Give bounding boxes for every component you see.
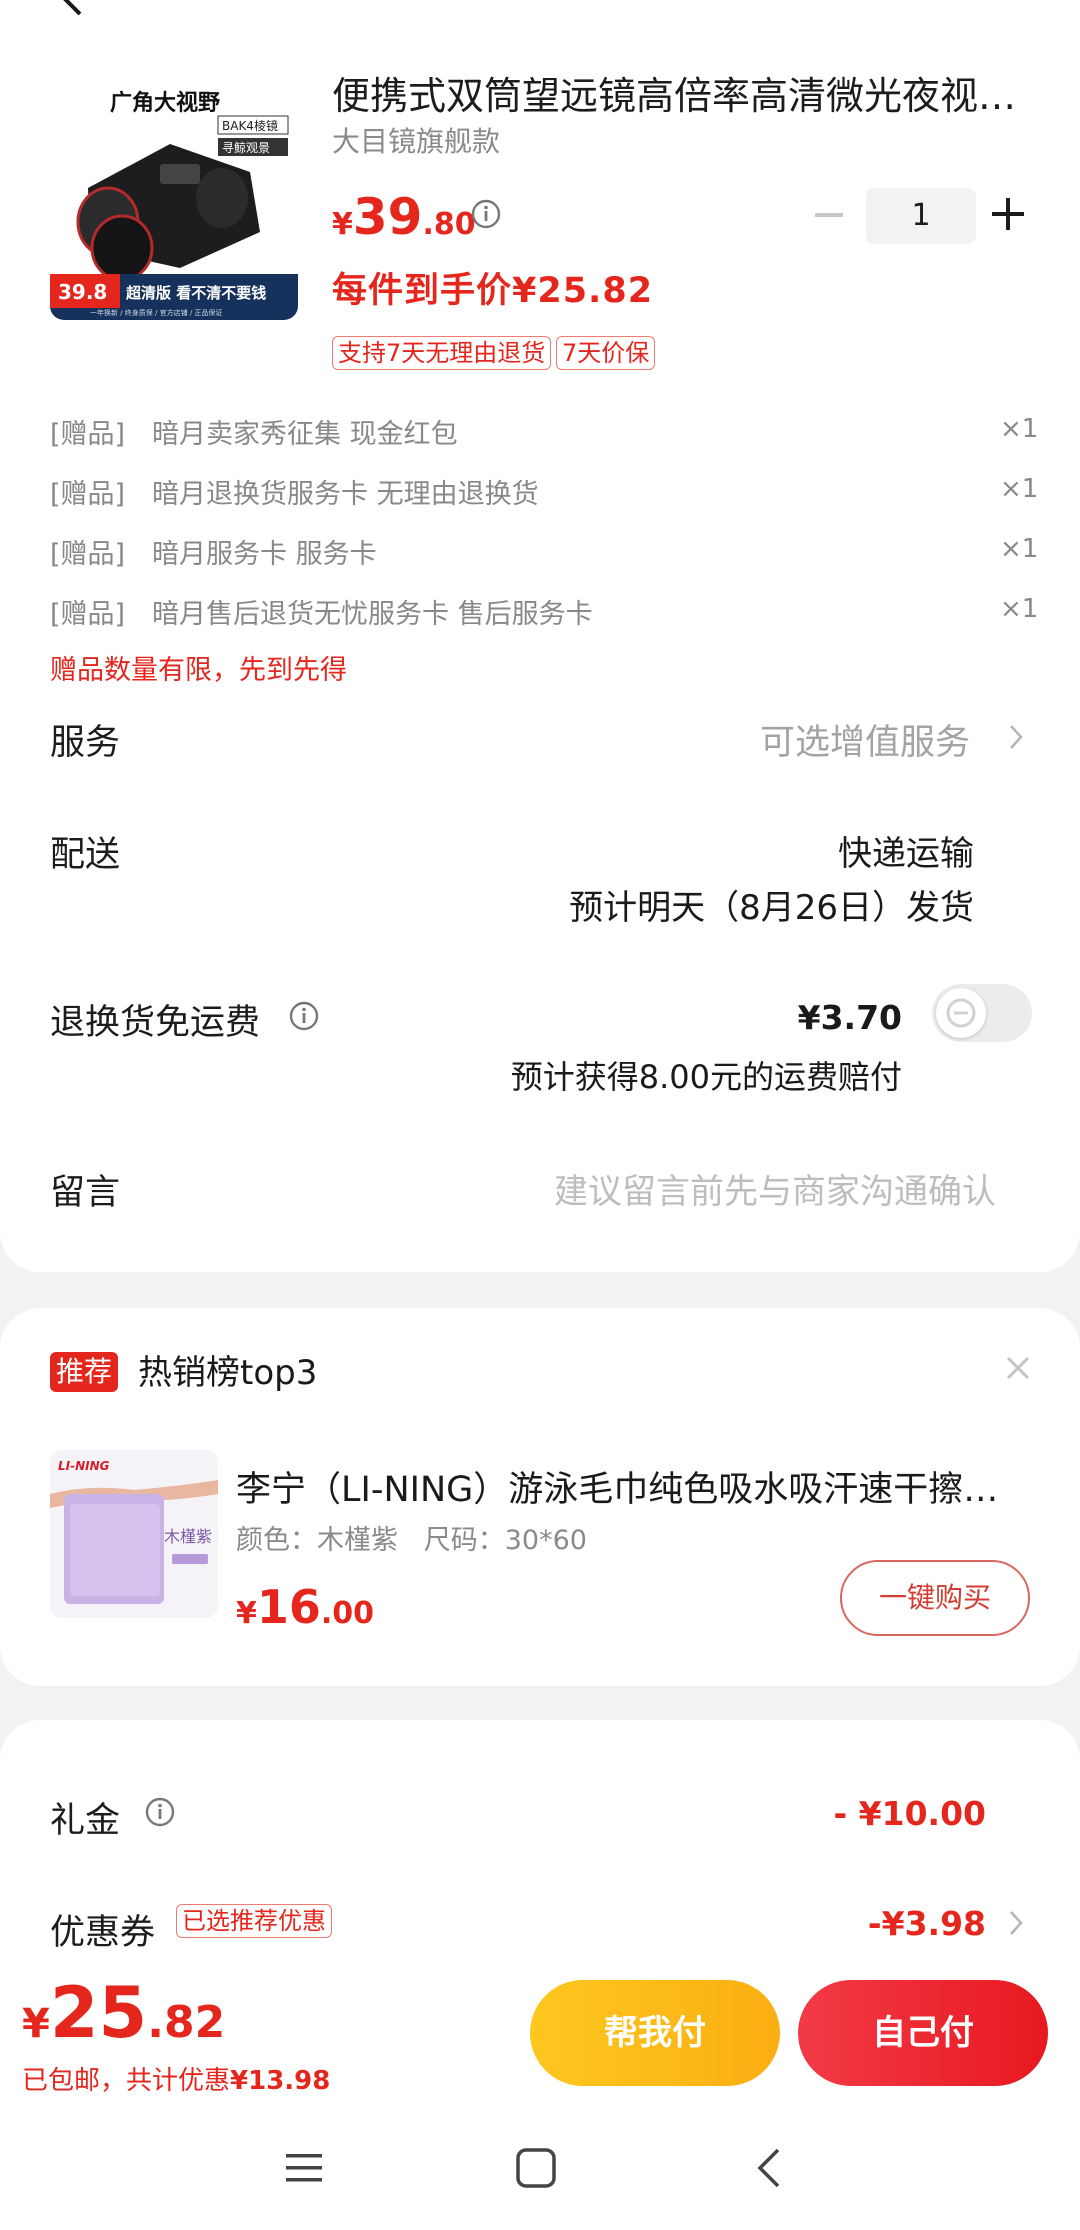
gift-count: ×1 (1000, 534, 1039, 564)
gift-money-value: - ¥10.00 (833, 1794, 986, 1833)
gift-count: ×1 (1000, 474, 1039, 504)
quantity-decrease-button[interactable] (812, 198, 846, 232)
price-decimal: .80 (422, 207, 476, 242)
gift-tag: [赠品] (50, 419, 126, 450)
price-integer: 39 (352, 188, 423, 246)
recommend-price: ¥16.00 (236, 1580, 374, 1634)
gift-count: ×1 (1000, 414, 1039, 444)
product-price: ¥39.80 (332, 188, 476, 246)
gift-name: 暗月服务卡 服务卡 (152, 539, 377, 570)
back-icon[interactable] (746, 2144, 794, 2192)
menu-icon[interactable] (280, 2144, 328, 2192)
image-badge-1: BAK4棱镜 (222, 118, 278, 133)
gift-count: ×1 (1000, 594, 1039, 624)
product-title[interactable]: 便携式双筒望远镜高倍率高清微光夜视非… (332, 70, 1032, 122)
minus-icon (815, 213, 843, 217)
return-shipping-label: 退换货免运费 (50, 1003, 261, 1043)
gift-name: 暗月卖家秀征集 现金红包 (152, 419, 458, 450)
home-icon[interactable] (512, 2144, 560, 2192)
help-me-pay-button[interactable]: 帮我付 (530, 1980, 780, 2086)
delivery-label: 配送 (50, 835, 121, 875)
total-price: ¥25.82 (22, 1972, 225, 2054)
toggle-knob (936, 988, 986, 1038)
image-brand: LI-NING (58, 1459, 110, 1473)
quantity-input[interactable]: 1 (866, 188, 976, 244)
gift-tag: [赠品] (50, 599, 126, 630)
recommend-product-image[interactable]: LI-NING 木槿紫 (50, 1450, 218, 1618)
product-image[interactable]: 广角大视野 BAK4棱镜 寻鲸观景 39.8 超清版 看不清不要钱 一年换新 /… (50, 72, 298, 320)
close-icon[interactable] (1004, 1354, 1032, 1382)
price-currency: ¥ (236, 1596, 257, 1631)
price-integer: 16 (256, 1580, 321, 1634)
back-arrow-icon[interactable] (50, 0, 94, 18)
recommend-product-name[interactable]: 李宁（LI-NING）游泳毛巾纯色吸水吸汗速干擦… (236, 1466, 1016, 1514)
price-protect-tag: 7天价保 (556, 336, 656, 370)
image-badge-2: 寻鲸观景 (222, 140, 270, 155)
return-policy-tag: 支持7天无理由退货 (332, 336, 552, 370)
coupon-recommend-tag: 已选推荐优惠 (176, 1904, 332, 1938)
image-price-tag: 39.8 (58, 280, 107, 304)
price-decimal: .00 (320, 1596, 375, 1631)
image-banner: 超清版 看不清不要钱 (125, 284, 266, 302)
service-label: 服务 (50, 723, 121, 763)
return-shipping-price: ¥3.70 (797, 998, 902, 1037)
return-shipping-toggle[interactable] (932, 984, 1032, 1042)
gift-money-label: 礼金 (50, 1801, 121, 1841)
chevron-right-icon[interactable] (1006, 722, 1026, 752)
coupon-label: 优惠券 (50, 1913, 156, 1953)
chevron-right-icon[interactable] (1006, 1908, 1026, 1938)
price-currency: ¥ (22, 2001, 50, 2047)
return-shipping-info-icon[interactable] (288, 1000, 320, 1032)
total-savings-note: 已包邮，共计优惠¥13.98 (22, 2060, 330, 2097)
gift-name: 暗月退换货服务卡 无理由退换货 (152, 479, 539, 510)
message-input[interactable]: 建议留言前先与商家沟通确认 (440, 1164, 996, 1213)
minus-circle-icon (946, 998, 976, 1028)
recommend-product-attrs: 颜色：木槿紫 尺码：30*60 (236, 1525, 587, 1556)
recommend-badge: 推荐 (50, 1352, 119, 1392)
gift-limit-note: 赠品数量有限，先到先得 (50, 655, 347, 686)
image-color-label: 木槿紫 (164, 1527, 212, 1546)
delivery-estimate: 预计明天（8月26日）发货 (569, 888, 974, 928)
price-currency: ¥ (332, 207, 353, 242)
pay-myself-button[interactable]: 自己付 (798, 1980, 1048, 2086)
plus-icon (992, 198, 1024, 230)
gift-tag: [赠品] (50, 539, 126, 570)
quantity-increase-button[interactable] (990, 196, 1026, 232)
savings-amount: ¥13.98 (230, 2066, 331, 2096)
return-shipping-note: 预计获得8.00元的运费赔付 (510, 1058, 902, 1096)
gift-tag: [赠品] (50, 479, 126, 510)
price-integer: 25 (49, 1972, 148, 2054)
price-info-icon[interactable] (470, 198, 502, 230)
image-footnote: 一年换新 / 终身质保 / 官方店铺 / 正品保证 (90, 308, 222, 317)
savings-prefix: 已包邮，共计优惠 (22, 2066, 231, 2096)
coupon-value[interactable]: -¥3.98 (760, 1904, 986, 1943)
recommend-title: 热销榜top3 (138, 1353, 318, 1393)
price-decimal: .82 (147, 1997, 226, 2048)
image-headline: 广角大视野 (110, 90, 220, 116)
message-label: 留言 (50, 1173, 121, 1213)
delivery-method: 快递运输 (838, 834, 974, 874)
service-value[interactable]: 可选增值服务 (700, 714, 970, 765)
shop-name[interactable]: 大目镜旗舰款 (332, 120, 500, 160)
one-click-buy-button[interactable]: 一键购买 (840, 1560, 1030, 1636)
gift-name: 暗月售后退货无忧服务卡 售后服务卡 (152, 599, 593, 630)
gift-money-info-icon[interactable] (144, 1796, 176, 1828)
per-piece-price: 每件到手价¥25.82 (332, 271, 654, 311)
